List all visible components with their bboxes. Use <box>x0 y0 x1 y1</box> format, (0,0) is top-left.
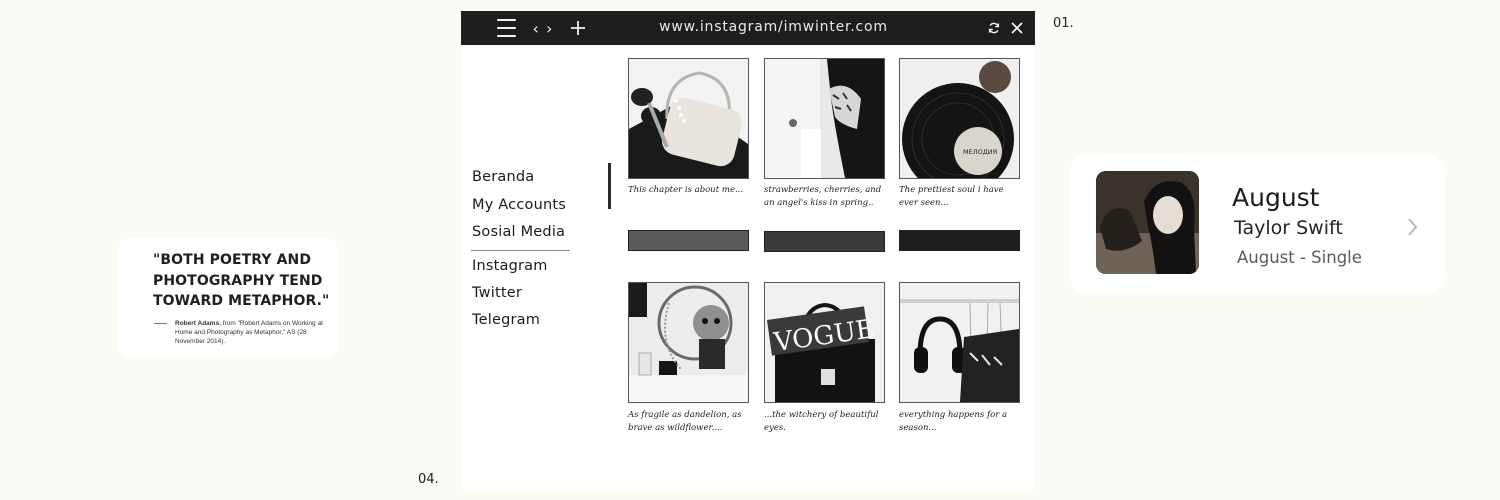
sidebar-item-beranda[interactable]: Beranda <box>472 169 534 185</box>
song-title: August <box>1232 183 1320 212</box>
post-image[interactable] <box>899 282 1020 403</box>
sidebar-item-twitter[interactable]: Twitter <box>472 285 522 301</box>
post-bar <box>899 230 1020 251</box>
close-icon[interactable] <box>1007 11 1027 45</box>
sidebar-item-my-accounts[interactable]: My Accounts <box>472 197 566 213</box>
hamburger-menu-icon[interactable] <box>495 11 517 45</box>
quote-text: "BOTH POETRY AND PHOTOGRAPHY TEND TOWARD… <box>153 252 330 309</box>
post-image[interactable]: VOGUE <box>764 282 885 403</box>
browser-toolbar: ‹ › www.instagram/imwinter.com <box>461 11 1035 45</box>
quote-card: "BOTH POETRY AND PHOTOGRAPHY TEND TOWARD… <box>117 238 339 356</box>
album-art <box>1096 171 1199 274</box>
address-bar[interactable]: www.instagram/imwinter.com <box>621 11 926 45</box>
label-04: 04. <box>418 472 439 487</box>
post-image[interactable]: МЕЛОДИЯ <box>899 58 1020 179</box>
post-bar <box>764 231 885 252</box>
scrollbar[interactable] <box>608 163 611 209</box>
post-caption: strawberries, cherries, and an angel's k… <box>764 185 882 208</box>
record-label-text: МЕЛОДИЯ <box>963 148 997 156</box>
post-bar <box>628 230 749 251</box>
post-caption: ...the witchery of beautiful eyes. <box>764 410 879 433</box>
post-caption: This chapter is about me... <box>628 185 744 195</box>
sidebar-item-instagram[interactable]: Instagram <box>472 258 548 274</box>
quote-source: Robert Adams, from "Robert Adams on Work… <box>175 319 335 346</box>
post-image[interactable] <box>628 282 749 403</box>
post-image[interactable] <box>764 58 885 179</box>
browser-window: ‹ › www.instagram/imwinter.com Beranda M… <box>461 11 1035 489</box>
quote-divider <box>154 323 167 324</box>
plus-icon[interactable] <box>567 11 589 45</box>
sidebar-divider <box>471 250 570 251</box>
sidebar-item-telegram[interactable]: Telegram <box>472 312 540 328</box>
post-caption: As fragile as dandelion, as brave as wil… <box>628 410 742 433</box>
post-image[interactable] <box>628 58 749 179</box>
label-01: 01. <box>1053 16 1074 31</box>
chevron-right-icon[interactable] <box>1405 216 1421 238</box>
post-caption: everything happens for a season... <box>899 410 1008 433</box>
refresh-icon[interactable] <box>985 11 1003 45</box>
post-caption: The prettiest soul i have ever seen... <box>899 185 1004 208</box>
album-name: August - Single <box>1237 248 1362 267</box>
artist-name: Taylor Swift <box>1234 217 1343 239</box>
quote-author: Robert Adams <box>175 320 220 327</box>
code-brackets-icon[interactable]: ‹ › <box>531 11 555 45</box>
music-card[interactable]: August Taylor Swift August - Single <box>1069 155 1444 293</box>
sidebar-item-sosial-media[interactable]: Sosial Media <box>472 224 565 240</box>
